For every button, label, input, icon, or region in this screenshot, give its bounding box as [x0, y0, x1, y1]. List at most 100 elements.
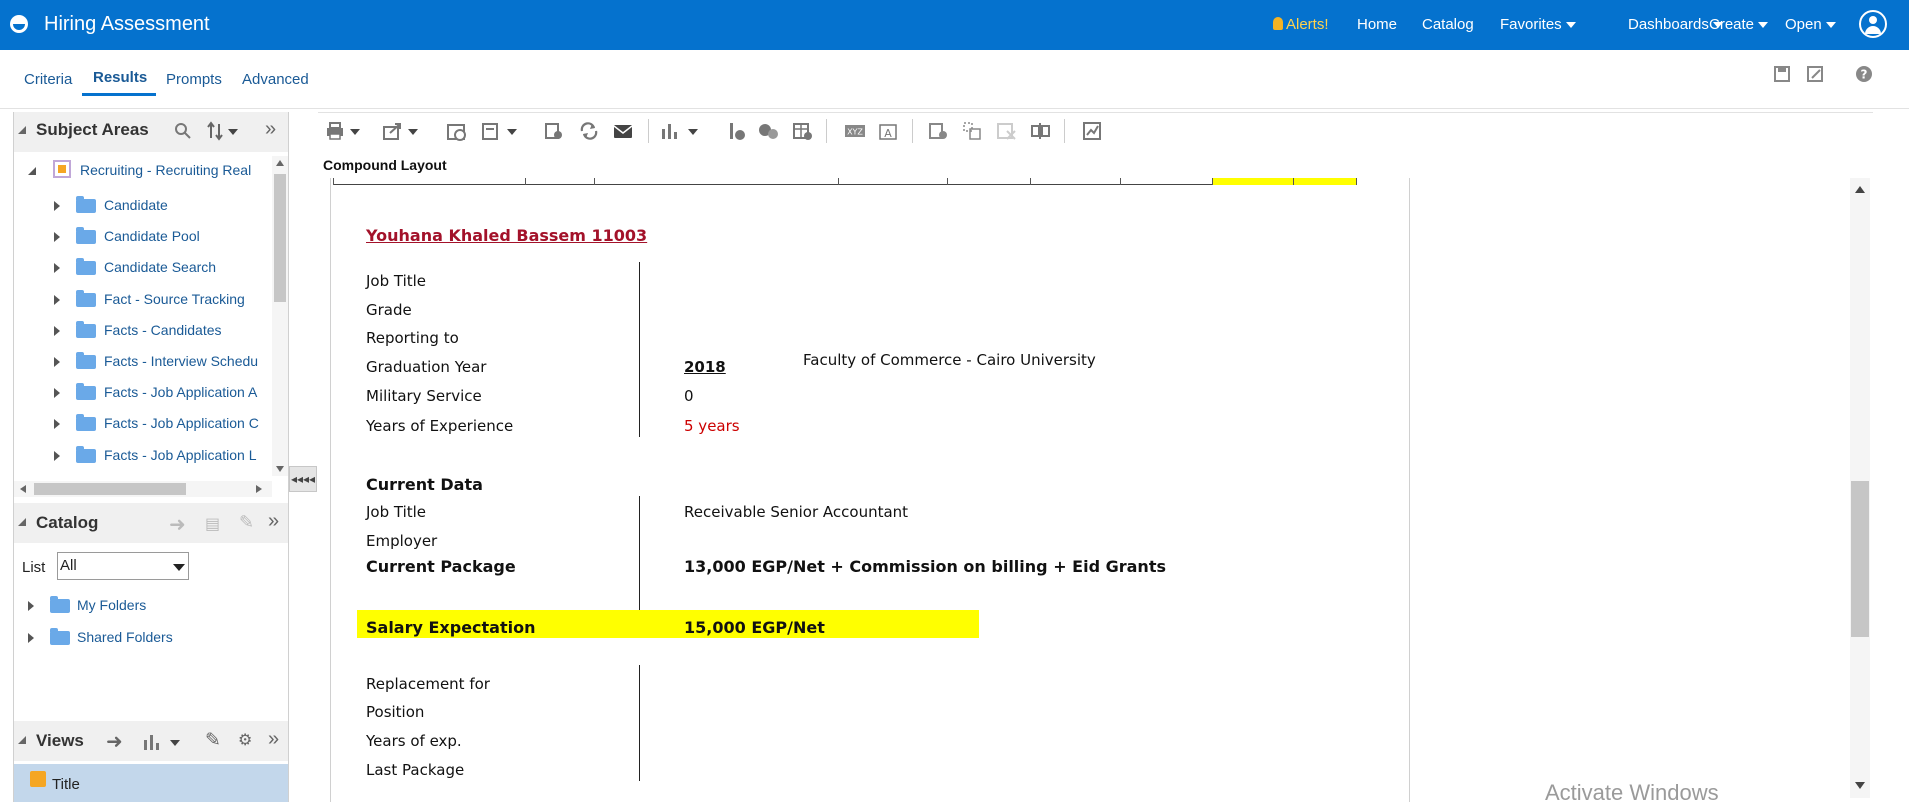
employer-label: Employer [366, 532, 438, 550]
tree-item[interactable]: Facts - Job Application A [14, 381, 272, 405]
arrow-right-icon[interactable]: ➜ [169, 512, 186, 537]
catalog-link[interactable]: Catalog [1422, 16, 1474, 33]
expand-triangle-icon[interactable] [54, 201, 60, 211]
expand-triangle-icon[interactable] [28, 601, 34, 611]
tree-horizontal-scrollbar[interactable] [14, 481, 272, 497]
tab-criteria[interactable]: Criteria [24, 71, 72, 88]
tab-active-indicator [82, 93, 156, 96]
xyz-icon[interactable]: XYZ [844, 121, 866, 141]
tree-item[interactable]: Facts - Candidates [14, 319, 272, 343]
save-as-icon[interactable] [1806, 65, 1824, 83]
expand-triangle-icon[interactable] [54, 450, 60, 461]
edit-icon[interactable]: ✎ [205, 729, 221, 752]
views-list-item[interactable]: Title [14, 764, 289, 802]
collapse-triangle-icon[interactable] [28, 167, 36, 175]
tree-item[interactable]: Candidate Search [14, 256, 272, 280]
left-pane-border [13, 112, 14, 802]
add-section-icon[interactable] [928, 121, 950, 141]
tree-item[interactable]: Fact - Source Tracking [14, 288, 272, 312]
catalog-folder-label: My Folders [77, 597, 147, 613]
collapse-panel-icon[interactable] [18, 518, 26, 526]
remove-view-icon[interactable] [996, 121, 1018, 141]
expand-panel-icon[interactable]: » [268, 510, 279, 533]
scrollbar-thumb[interactable] [274, 174, 286, 302]
collapse-panel-icon[interactable] [18, 736, 26, 744]
expand-triangle-icon[interactable] [54, 294, 60, 305]
tab-prompts[interactable]: Prompts [166, 71, 222, 88]
scroll-down-icon[interactable] [1855, 782, 1865, 789]
expand-triangle-icon[interactable] [54, 232, 60, 243]
user-avatar[interactable] [1859, 10, 1887, 38]
create-menu[interactable]: Create [1709, 16, 1769, 33]
catalog-folder-item[interactable]: Shared Folders [14, 626, 272, 650]
email-icon[interactable] [612, 121, 634, 141]
arrow-right-icon[interactable]: ➜ [106, 729, 123, 754]
tree-vertical-scrollbar[interactable] [272, 156, 288, 476]
favorites-menu[interactable]: Favorites [1500, 16, 1576, 33]
expand-triangle-icon[interactable] [54, 263, 60, 274]
new-view-icon[interactable] [660, 121, 704, 141]
scroll-right-icon[interactable] [256, 485, 262, 493]
expand-triangle-icon[interactable] [28, 633, 34, 643]
tab-results[interactable]: Results [93, 69, 147, 86]
print-icon[interactable] [324, 121, 364, 141]
tab-advanced[interactable]: Advanced [242, 71, 309, 88]
schedule-icon[interactable] [446, 121, 468, 141]
tree-item[interactable]: Facts - Job Application C [14, 412, 272, 436]
catalog-folder-label: Shared Folders [77, 629, 173, 645]
add-to-briefing-icon[interactable] [481, 121, 521, 141]
new-view-icon[interactable] [142, 732, 182, 752]
catalog-folder-item[interactable]: My Folders [14, 594, 272, 618]
canvas-vertical-scrollbar[interactable] [1850, 178, 1870, 798]
search-icon[interactable] [174, 122, 192, 140]
scroll-left-icon[interactable] [20, 485, 26, 493]
scroll-up-icon[interactable] [276, 160, 284, 166]
tree-item[interactable]: Facts - Interview Schedu [14, 350, 272, 374]
edit-icon[interactable]: ✎ [239, 512, 254, 533]
scroll-down-icon[interactable] [276, 466, 284, 472]
export-icon[interactable] [382, 121, 422, 141]
add-text-icon[interactable] [726, 121, 748, 141]
collapse-panel-icon[interactable] [18, 126, 26, 134]
tree-item[interactable]: Candidate Pool [14, 225, 272, 249]
save-icon[interactable] [1773, 65, 1791, 83]
alerts-link[interactable]: Alerts! [1273, 16, 1329, 33]
properties-icon[interactable]: ▤ [205, 514, 220, 534]
tree-item-label: Candidate Pool [104, 228, 200, 245]
list-select[interactable]: All [57, 552, 189, 580]
home-link[interactable]: Home [1357, 16, 1397, 33]
add-graph-icon[interactable] [758, 121, 780, 141]
expand-triangle-icon[interactable] [54, 357, 60, 367]
properties-icon[interactable] [1030, 121, 1052, 141]
format-text-icon[interactable]: A [878, 121, 900, 141]
views-title: Views [36, 731, 84, 750]
subject-area-root[interactable]: Recruiting - Recruiting Real [80, 162, 251, 178]
expand-panel-icon[interactable]: » [265, 118, 276, 141]
tree-item[interactable]: Candidate [14, 194, 272, 218]
current-package-label: Current Package [366, 557, 516, 576]
folder-icon [76, 383, 96, 401]
expand-triangle-icon[interactable] [54, 419, 60, 430]
expand-triangle-icon[interactable] [54, 325, 60, 336]
add-table-icon[interactable] [792, 121, 814, 141]
expand-panel-icon[interactable]: » [268, 728, 279, 751]
title-view-icon [30, 771, 46, 787]
open-menu[interactable]: Open [1785, 16, 1836, 33]
scrollbar-thumb[interactable] [1851, 481, 1869, 637]
tree-item-label: Facts - Interview Schedu [104, 353, 259, 369]
layout-settings-icon[interactable] [1082, 121, 1104, 141]
expand-triangle-icon[interactable] [54, 388, 60, 399]
toolbar-separator [648, 119, 649, 143]
duplicate-view-icon[interactable] [962, 121, 984, 141]
view-properties-icon[interactable]: ⚙ [238, 730, 252, 750]
help-icon[interactable]: ? [1855, 65, 1873, 83]
app-title: Hiring Assessment [44, 13, 210, 35]
collapse-left-pane-icon[interactable]: ◂◂◂◂ [289, 466, 317, 492]
preview-icon[interactable] [543, 121, 565, 141]
refresh-icon[interactable] [578, 121, 600, 141]
scrollbar-thumb[interactable] [34, 483, 186, 495]
sort-icon[interactable] [206, 121, 242, 141]
scroll-up-icon[interactable] [1855, 186, 1865, 193]
top-bar: Hiring Assessment Alerts! Home Catalog F… [0, 0, 1909, 50]
tree-item[interactable]: Facts - Job Application L [14, 444, 272, 468]
